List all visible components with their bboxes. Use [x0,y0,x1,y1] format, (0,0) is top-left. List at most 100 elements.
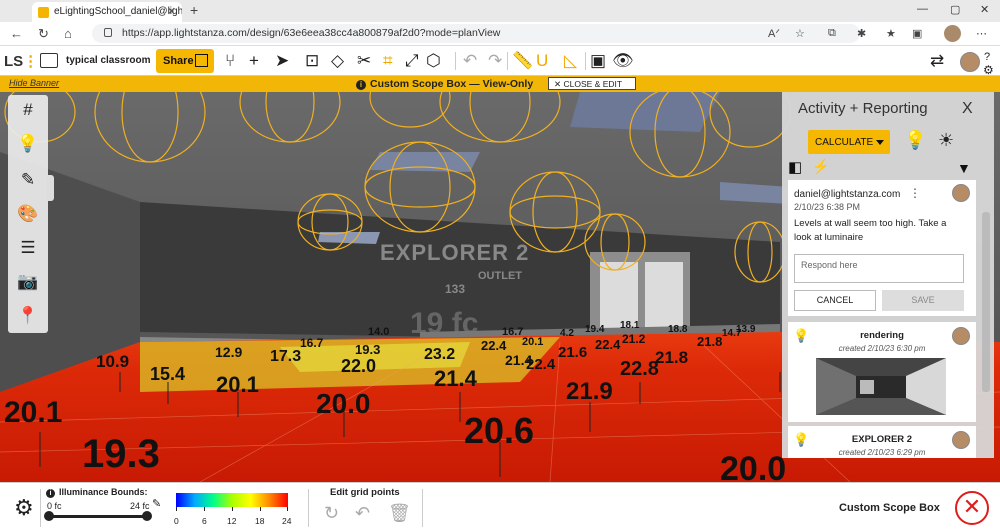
lock-icon [104,28,112,37]
edit-bounds-pencil-icon[interactable]: ✎ [152,497,161,510]
save-button[interactable]: SAVE [882,290,964,311]
expand-icon[interactable]: ⤢ [405,51,419,71]
eye-icon[interactable]: 👁 [612,51,634,71]
calculate-label: CALCULATE [815,137,874,148]
folder-icon[interactable] [40,53,58,68]
share-button[interactable]: Share [156,49,214,73]
activity-reporting-panel: Activity + Reporting X CALCULATE 💡 ☀ ◧ ⚡… [782,92,994,458]
lightbulb-icon[interactable]: 💡 [904,130,926,151]
divider [422,489,423,527]
collections-icon[interactable]: ▣ [912,27,924,40]
select-pointer-icon[interactable]: ➤ [275,51,289,71]
favorite-star-icon[interactable]: ☆ [795,27,807,40]
toolbar-divider [507,52,508,70]
back-icon[interactable]: ← [10,26,23,41]
refresh-icon[interactable]: ↻ [38,26,49,42]
minimize-icon[interactable]: — [917,3,928,15]
scissors-icon[interactable]: ✂ [357,51,371,71]
divider [308,489,309,527]
sign-text: EXPLORER 2 [380,240,530,265]
illuminance-range-slider[interactable] [44,511,152,521]
close-and-edit-button[interactable]: ✕ CLOSE & EDIT [548,77,636,90]
app-toolbar: LS⋮ typical classroom Share ⑂ + ➤ ⊡ ◇ ✂ … [0,46,1000,77]
illuminance-value: 14.0 [368,326,390,338]
crop-icon[interactable]: ⌗ [383,51,393,71]
branch-icon[interactable]: ⑂ [225,51,235,71]
lighting-filter-icon[interactable]: ⚡ [812,158,829,175]
paint-icon[interactable]: 🎨 [17,203,39,225]
panel-layout-icon[interactable]: ◧ [788,158,802,176]
puzzle-icon[interactable]: ✱ [857,27,869,40]
pencil-icon[interactable]: ✎ [17,169,39,191]
rendering-card[interactable]: 💡 EXPLORER 2 created 2/10/23 6:29 pm [788,426,976,458]
redo-icon[interactable]: ↻ [324,503,339,524]
browser-tab-bar: eLightingSchool_daniel@lightsta ✕ + — ▢ … [0,0,1000,22]
comment-more-icon[interactable]: ⋮ [909,186,921,200]
calculate-button[interactable]: CALCULATE [808,130,890,154]
window-close-icon[interactable]: ✕ [980,3,989,16]
illuminance-value: 16.7 [300,336,324,350]
min-knob[interactable] [44,511,54,521]
hide-lighting-icon[interactable]: ☀ [938,130,954,151]
magnet-icon[interactable]: U [536,51,548,71]
illuminance-value: 22.8 [620,358,659,380]
share-icon [195,54,208,67]
info-icon: i [46,489,55,498]
tab-close-icon[interactable]: ✕ [167,5,176,18]
user-avatar[interactable] [960,52,980,72]
illuminance-value: 12.9 [215,344,243,360]
filter-icon[interactable]: ▼ [957,160,971,176]
rendering-thumbnail[interactable] [816,358,946,415]
undo-icon[interactable]: ↶ [355,503,370,524]
luminaire-icon[interactable]: ⊡ [305,51,319,71]
routing-icon[interactable]: ⇄ [930,51,944,71]
maximize-icon[interactable]: ▢ [950,3,960,16]
panel-close-icon[interactable]: X [962,100,973,118]
panel-scrollbar[interactable] [982,212,990,392]
read-aloud-icon[interactable]: Aᐟ [768,27,780,40]
more-menu-icon[interactable]: ⋯ [976,27,988,40]
cancel-button[interactable]: CANCEL [794,290,876,311]
palette-collapse-handle[interactable] [47,175,54,201]
lightbulb-icon[interactable]: 💡 [17,133,39,155]
favorites-icon[interactable]: ★ [886,27,898,40]
illuminance-value: 21.2 [622,332,646,346]
hide-banner-link[interactable]: Hide Banner [9,78,59,88]
profile-avatar[interactable] [944,25,961,42]
layers-icon[interactable]: ☰ [17,237,39,259]
cube-view-icon[interactable]: ▣ [590,51,606,71]
location-pin-icon[interactable]: 📍 [17,305,39,327]
site-favicon-icon [38,7,49,18]
app-logo: LS⋮ [4,53,39,70]
redo-icon[interactable]: ↷ [488,51,502,71]
new-tab-icon[interactable]: + [190,2,198,18]
undo-icon[interactable]: ↶ [463,51,477,71]
chevron-down-icon [876,140,884,149]
respond-input[interactable]: Respond here [794,254,964,283]
close-scope-box-icon[interactable]: ✕ [955,491,989,525]
add-icon[interactable]: + [249,51,259,71]
bottom-bar: ⚙ i Illuminance Bounds: 0 fc 24 fc ✎ 0 6 … [0,482,1000,532]
browser-tab[interactable]: eLightingSchool_daniel@lightsta ✕ [32,2,182,22]
tab-title: eLightingSchool_daniel@lightsta [54,6,182,17]
edit-grid-points-label: Edit grid points [330,487,400,498]
extensions-icon[interactable]: ⧉ [828,27,840,39]
settings-gear-icon[interactable]: ⚙ [14,495,34,521]
rendering-card[interactable]: 💡 rendering created 2/10/23 6:30 pm [788,322,976,422]
3d-object-icon[interactable]: ⬡ [426,51,441,71]
camera-icon[interactable]: 📷 [17,271,39,293]
sign-number: 133 [445,282,466,296]
ruler-icon[interactable]: 📏 [512,51,533,71]
angle-icon[interactable]: ◺ [564,51,577,71]
max-knob[interactable] [142,511,152,521]
home-icon[interactable]: ⌂ [64,26,72,41]
trash-icon[interactable]: 🗑 [388,503,411,524]
scope-box-label: Custom Scope Box [839,502,940,514]
left-tool-palette: # 💡 ✎ 🎨 ☰ 📷 📍 [8,95,48,333]
grid-icon[interactable]: # [17,99,39,121]
url-field[interactable]: https://app.lightstanza.com/design/63e6e… [92,24,860,43]
illuminance-max: 24 fc [130,501,150,511]
banner-title-row: i Custom Scope Box — View-Only [356,78,533,90]
shape-icon[interactable]: ◇ [331,51,344,71]
illuminance-bounds-label: i Illuminance Bounds: [46,487,148,498]
